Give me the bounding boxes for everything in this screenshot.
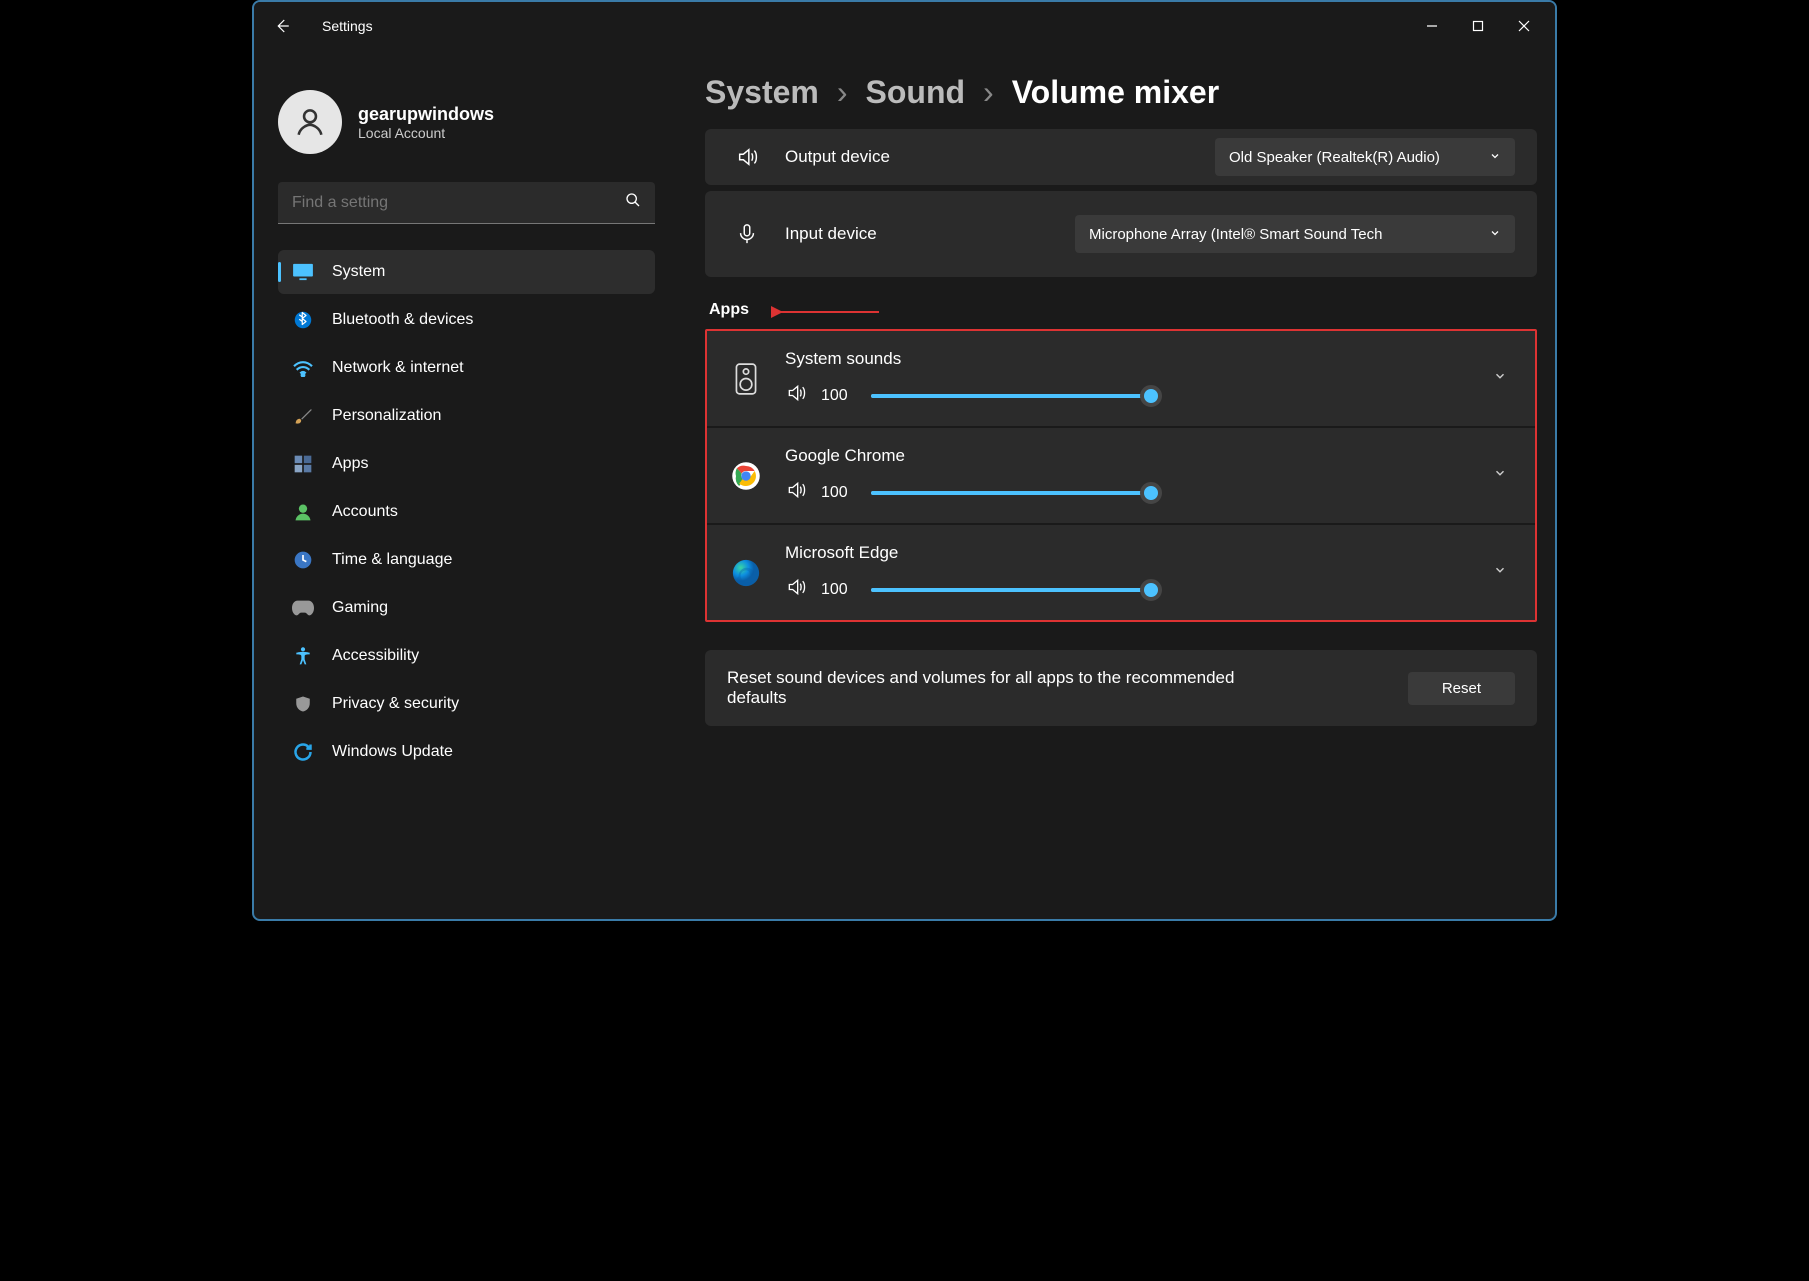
- output-device-card: Output device Old Speaker (Realtek(R) Au…: [705, 129, 1537, 185]
- slider-thumb[interactable]: [1140, 482, 1162, 504]
- chevron-down-icon: [1489, 226, 1501, 243]
- sidebar-item-apps[interactable]: Apps: [278, 442, 655, 486]
- brush-icon: [292, 405, 314, 427]
- search-input[interactable]: [292, 194, 625, 212]
- wifi-icon: [292, 357, 314, 379]
- app-volume-microsoft-edge: Microsoft Edge 100: [707, 525, 1535, 620]
- breadcrumb-current: Volume mixer: [1012, 74, 1219, 111]
- input-device-value: Microphone Array (Intel® Smart Sound Tec…: [1089, 226, 1382, 243]
- app-volume-google-chrome: Google Chrome 100: [707, 428, 1535, 525]
- volume-icon[interactable]: [785, 383, 807, 408]
- sidebar-item-windows-update[interactable]: Windows Update: [278, 730, 655, 774]
- search-box[interactable]: [278, 182, 655, 224]
- microphone-icon: [727, 223, 767, 245]
- sidebar-item-system[interactable]: System: [278, 250, 655, 294]
- sidebar-item-label: Accounts: [332, 503, 398, 521]
- sidebar-item-network-internet[interactable]: Network & internet: [278, 346, 655, 390]
- expand-button[interactable]: [1487, 363, 1513, 394]
- sidebar-item-label: Network & internet: [332, 359, 464, 377]
- settings-window: Settings gearupwindows Local Account: [252, 0, 1557, 921]
- edge-icon: [729, 556, 763, 590]
- profile-subtitle: Local Account: [358, 125, 494, 141]
- sidebar-item-accessibility[interactable]: Accessibility: [278, 634, 655, 678]
- profile-block[interactable]: gearupwindows Local Account: [278, 90, 655, 154]
- update-icon: [292, 741, 314, 763]
- expand-button[interactable]: [1487, 460, 1513, 491]
- close-button[interactable]: [1501, 10, 1547, 42]
- chevron-right-icon: ›: [837, 74, 848, 111]
- volume-icon[interactable]: [785, 577, 807, 602]
- chrome-icon: [729, 459, 763, 493]
- avatar: [278, 90, 342, 154]
- display-icon: [292, 261, 314, 283]
- breadcrumb-sound[interactable]: Sound: [866, 74, 966, 111]
- volume-icon[interactable]: [785, 480, 807, 505]
- nav-list: System Bluetooth & devices Network & inter…: [278, 250, 655, 774]
- apps-icon: [292, 453, 314, 475]
- sidebar-item-label: Windows Update: [332, 743, 453, 761]
- titlebar: Settings: [254, 2, 1555, 50]
- volume-value: 100: [821, 581, 857, 599]
- slider-thumb[interactable]: [1140, 385, 1162, 407]
- reset-button[interactable]: Reset: [1408, 672, 1515, 705]
- window-title: Settings: [322, 18, 373, 34]
- profile-name: gearupwindows: [358, 104, 494, 125]
- sidebar-item-privacy-security[interactable]: Privacy & security: [278, 682, 655, 726]
- output-device-label: Output device: [785, 147, 890, 167]
- sidebar-item-label: Time & language: [332, 551, 452, 569]
- sidebar: gearupwindows Local Account System Blueto…: [254, 50, 669, 919]
- shield-icon: [292, 693, 314, 715]
- volume-slider[interactable]: [871, 394, 1151, 398]
- bluetooth-icon: [292, 309, 314, 331]
- volume-slider[interactable]: [871, 491, 1151, 495]
- back-button[interactable]: [262, 17, 302, 35]
- sidebar-item-label: Accessibility: [332, 647, 419, 665]
- input-device-card: Input device Microphone Array (Intel® Sm…: [705, 191, 1537, 277]
- clock-icon: [292, 549, 314, 571]
- apps-box: System sounds100Google Chrome100Microsof…: [705, 329, 1537, 622]
- app-name-label: Google Chrome: [785, 446, 1465, 466]
- volume-slider[interactable]: [871, 588, 1151, 592]
- breadcrumb: System › Sound › Volume mixer: [705, 74, 1537, 111]
- sidebar-item-label: Personalization: [332, 407, 441, 425]
- sidebar-item-label: Privacy & security: [332, 695, 459, 713]
- maximize-button[interactable]: [1455, 10, 1501, 42]
- minimize-button[interactable]: [1409, 10, 1455, 42]
- app-name-label: System sounds: [785, 349, 1465, 369]
- volume-value: 100: [821, 484, 857, 502]
- breadcrumb-system[interactable]: System: [705, 74, 819, 111]
- search-icon: [625, 192, 641, 213]
- volume-value: 100: [821, 387, 857, 405]
- app-volume-system-sounds: System sounds 100: [707, 331, 1535, 428]
- sidebar-item-label: System: [332, 263, 385, 281]
- reset-card: Reset sound devices and volumes for all …: [705, 650, 1537, 726]
- input-device-dropdown[interactable]: Microphone Array (Intel® Smart Sound Tec…: [1075, 215, 1515, 253]
- speaker-icon: [727, 146, 767, 168]
- output-device-dropdown[interactable]: Old Speaker (Realtek(R) Audio): [1215, 138, 1515, 176]
- sidebar-item-time-language[interactable]: Time & language: [278, 538, 655, 582]
- expand-button[interactable]: [1487, 557, 1513, 588]
- sidebar-item-label: Gaming: [332, 599, 388, 617]
- person-icon: [292, 501, 314, 523]
- gamepad-icon: [292, 597, 314, 619]
- accessibility-icon: [292, 645, 314, 667]
- apps-section-title: Apps: [709, 301, 1537, 319]
- app-name-label: Microsoft Edge: [785, 543, 1465, 563]
- chevron-down-icon: [1489, 149, 1501, 166]
- sidebar-item-label: Apps: [332, 455, 368, 473]
- chevron-right-icon: ›: [983, 74, 994, 111]
- output-device-value: Old Speaker (Realtek(R) Audio): [1229, 149, 1440, 166]
- sidebar-item-personalization[interactable]: Personalization: [278, 394, 655, 438]
- sidebar-item-gaming[interactable]: Gaming: [278, 586, 655, 630]
- sidebar-item-bluetooth-devices[interactable]: Bluetooth & devices: [278, 298, 655, 342]
- sidebar-item-accounts[interactable]: Accounts: [278, 490, 655, 534]
- input-device-label: Input device: [785, 224, 877, 244]
- window-controls: [1409, 10, 1547, 42]
- reset-text: Reset sound devices and volumes for all …: [727, 668, 1247, 708]
- speaker-device-icon: [729, 362, 763, 396]
- slider-thumb[interactable]: [1140, 579, 1162, 601]
- sidebar-item-label: Bluetooth & devices: [332, 311, 473, 329]
- content-pane: System › Sound › Volume mixer Output dev…: [669, 50, 1555, 919]
